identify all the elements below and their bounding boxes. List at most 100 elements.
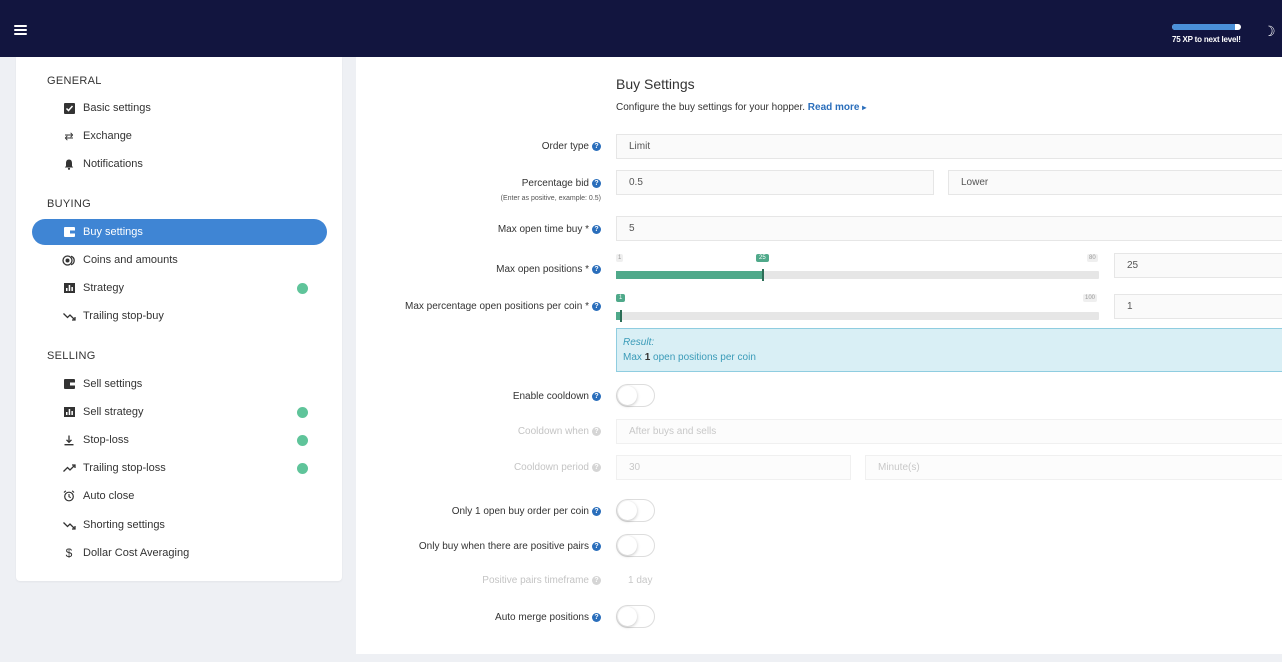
label-text: Cooldown period bbox=[513, 462, 589, 473]
help-icon[interactable]: ? bbox=[592, 576, 601, 585]
help-icon[interactable]: ? bbox=[592, 225, 601, 234]
sidebar-item-label: Shorting settings bbox=[83, 519, 165, 531]
positive-pairs-toggle[interactable] bbox=[616, 534, 655, 557]
slider-min-label: 1 bbox=[616, 254, 624, 262]
enable-cooldown-toggle[interactable] bbox=[616, 384, 655, 407]
trend-up-icon bbox=[61, 463, 77, 473]
max-open-positions-slider[interactable] bbox=[616, 269, 1099, 281]
label-text: Max open positions * bbox=[496, 264, 589, 275]
help-icon[interactable]: ? bbox=[592, 463, 601, 472]
hamburger-icon[interactable] bbox=[14, 25, 27, 35]
order-type-select[interactable]: Limit bbox=[616, 134, 1282, 159]
percentage-bid-hint: (Enter as positive, example: 0.5) bbox=[500, 195, 601, 202]
help-icon[interactable]: ? bbox=[592, 507, 601, 516]
max-open-positions-label: Max open positions *? bbox=[496, 264, 601, 275]
help-icon[interactable]: ? bbox=[592, 613, 601, 622]
sidebar-item-buy-settings[interactable]: Buy settings bbox=[32, 219, 327, 245]
sidebar-item-strategy[interactable]: Strategy bbox=[32, 275, 327, 301]
max-open-time-buy-label: Max open time buy *? bbox=[498, 224, 601, 235]
bell-icon bbox=[61, 159, 77, 170]
sidebar-item-label: Sell strategy bbox=[83, 406, 144, 418]
label-text: Enable cooldown bbox=[512, 391, 589, 402]
description-text: Configure the buy settings for your hopp… bbox=[616, 102, 806, 113]
label-text: Max percentage open positions per coin * bbox=[404, 301, 589, 312]
cooldown-when-select[interactable]: After buys and sells bbox=[616, 419, 1282, 444]
help-icon[interactable]: ? bbox=[592, 542, 601, 551]
sidebar-item-label: Auto close bbox=[83, 490, 135, 502]
sidebar-item-auto-close[interactable]: Auto close bbox=[32, 483, 327, 509]
section-title-buying: BUYING bbox=[47, 198, 91, 210]
toggle-knob bbox=[618, 386, 637, 405]
help-icon[interactable]: ? bbox=[592, 142, 601, 151]
dollar-icon: $ bbox=[65, 546, 73, 560]
sidebar-item-exchange[interactable]: ⇄ Exchange bbox=[32, 123, 327, 149]
help-icon[interactable]: ? bbox=[592, 302, 601, 311]
page-description: Configure the buy settings for your hopp… bbox=[616, 102, 866, 113]
max-open-time-buy-input[interactable]: 5 bbox=[616, 216, 1282, 241]
enable-cooldown-label: Enable cooldown? bbox=[513, 391, 601, 402]
slider-max-label: 80 bbox=[1087, 254, 1098, 262]
cooldown-when-label: Cooldown when? bbox=[518, 426, 601, 437]
label-text: Max open time buy * bbox=[497, 224, 589, 235]
slider-handle[interactable] bbox=[762, 269, 764, 281]
max-pct-open-positions-slider[interactable] bbox=[616, 310, 1099, 322]
label-text: Only 1 open buy order per coin bbox=[451, 506, 589, 517]
sidebar-item-label: Sell settings bbox=[83, 378, 143, 390]
xp-progress-fill bbox=[1172, 24, 1236, 30]
sidebar-item-label: Strategy bbox=[83, 282, 124, 294]
sidebar-item-dollar-cost-averaging[interactable]: $ Dollar Cost Averaging bbox=[32, 540, 327, 566]
percentage-bid-direction-select[interactable]: Lower bbox=[948, 170, 1282, 195]
sidebar-item-sell-strategy[interactable]: Sell strategy bbox=[32, 399, 327, 425]
percentage-bid-input[interactable]: 0.5 bbox=[616, 170, 934, 195]
cooldown-period-label: Cooldown period? bbox=[514, 462, 601, 473]
slider-fill bbox=[616, 271, 763, 279]
sidebar-item-stop-loss[interactable]: Stop-loss bbox=[32, 427, 327, 453]
result-value: 1 bbox=[644, 352, 651, 363]
sidebar-item-sell-settings[interactable]: Sell settings bbox=[32, 371, 327, 397]
toggle-knob bbox=[618, 607, 637, 626]
help-icon[interactable]: ? bbox=[592, 427, 601, 436]
help-icon[interactable]: ? bbox=[592, 392, 601, 401]
label-text: Order type bbox=[541, 141, 589, 152]
sidebar-item-label: Stop-loss bbox=[83, 434, 129, 446]
toggle-knob bbox=[618, 501, 637, 520]
sidebar: GENERAL Basic settings ⇄ Exchange Notifi… bbox=[16, 57, 342, 581]
percentage-bid-label: Percentage bid? bbox=[522, 178, 601, 189]
arrows-swap-icon: ⇄ bbox=[64, 130, 74, 143]
positive-pairs-timeframe-select[interactable]: 1 day bbox=[616, 568, 1282, 593]
sidebar-item-basic-settings[interactable]: Basic settings bbox=[32, 95, 327, 121]
max-open-positions-input[interactable]: 25 bbox=[1114, 253, 1282, 278]
cooldown-period-unit-select[interactable]: Minute(s) bbox=[865, 455, 1282, 480]
bar-chart-icon bbox=[61, 283, 77, 293]
sidebar-item-notifications[interactable]: Notifications bbox=[32, 151, 327, 177]
moon-icon[interactable]: ☽ bbox=[1263, 23, 1276, 40]
status-dot bbox=[297, 406, 308, 418]
one-open-buy-toggle[interactable] bbox=[616, 499, 655, 522]
slider-max-label: 100 bbox=[1083, 294, 1098, 302]
label-text: Percentage bid bbox=[521, 178, 589, 189]
sidebar-item-trailing-stop-buy[interactable]: Trailing stop-buy bbox=[32, 303, 327, 329]
sidebar-item-label: Exchange bbox=[83, 130, 132, 142]
label-text: Positive pairs timeframe bbox=[482, 575, 589, 586]
max-pct-open-positions-input[interactable]: 1 bbox=[1114, 294, 1282, 319]
sidebar-item-trailing-stop-loss[interactable]: Trailing stop-loss bbox=[32, 455, 327, 481]
read-more-link[interactable]: Read more ▸ bbox=[808, 102, 866, 113]
coins-icon bbox=[61, 254, 77, 266]
trend-down-icon bbox=[61, 312, 77, 321]
auto-merge-toggle[interactable] bbox=[616, 605, 655, 628]
xp-progress-bar bbox=[1172, 24, 1241, 30]
cooldown-period-input[interactable]: 30 bbox=[616, 455, 851, 480]
help-icon[interactable]: ? bbox=[592, 265, 601, 274]
label-text: Auto merge positions bbox=[495, 612, 589, 623]
slider-handle[interactable] bbox=[620, 310, 622, 322]
sidebar-item-coins-and-amounts[interactable]: Coins and amounts bbox=[32, 247, 327, 273]
sidebar-item-shorting-settings[interactable]: Shorting settings bbox=[32, 512, 327, 538]
result-title: Result: bbox=[623, 337, 655, 348]
max-pct-open-positions-label: Max percentage open positions per coin *… bbox=[405, 301, 601, 312]
positive-pairs-timeframe-label: Positive pairs timeframe? bbox=[482, 575, 601, 586]
status-dot bbox=[297, 434, 308, 446]
section-title-general: GENERAL bbox=[47, 75, 102, 87]
sidebar-item-label: Coins and amounts bbox=[83, 254, 178, 266]
status-dot bbox=[297, 282, 308, 294]
help-icon[interactable]: ? bbox=[592, 179, 601, 188]
